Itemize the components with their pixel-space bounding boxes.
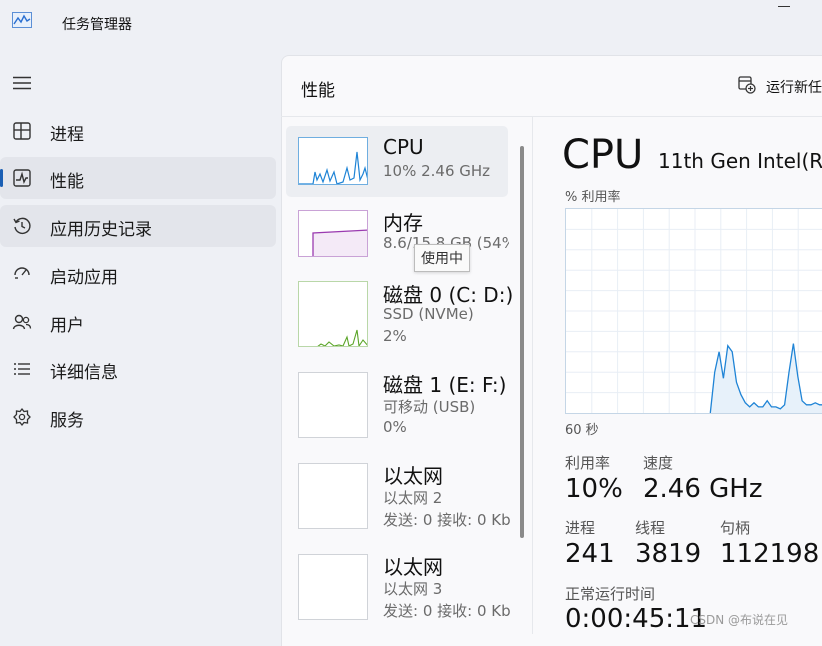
cpu-model: 11th Gen Intel(R: [658, 149, 822, 173]
task-manager-icon: [12, 12, 32, 28]
resource-detail: 10% 2.46 GHz: [383, 162, 491, 180]
nav-label: 启动应用: [50, 268, 118, 288]
resource-name: CPU: [383, 135, 424, 159]
resource-name: 以太网: [383, 555, 443, 579]
ethernet-2-thumbnail: [298, 463, 368, 529]
detail-divider: [532, 117, 533, 634]
utilization-axis-label: % 利用率: [565, 190, 621, 205]
startup-icon: [14, 267, 30, 279]
nav-label: 性能: [50, 172, 84, 192]
selection-indicator: [0, 169, 3, 187]
cpu-thumbnail: [298, 137, 368, 185]
run-new-task-button[interactable]: 运行新任: [766, 77, 822, 97]
stat-label: 速度: [643, 454, 674, 472]
nav-item-users[interactable]: 用户: [0, 301, 276, 343]
threads-value: 3819: [635, 539, 702, 569]
stat-label: 正常运行时间: [565, 585, 656, 603]
users-icon: [12, 314, 32, 330]
nav-label: 详细信息: [50, 363, 118, 383]
resource-detail: SSD (NVMe): [383, 305, 474, 323]
resource-detail: 以太网 3: [383, 580, 443, 598]
menu-icon[interactable]: [12, 76, 32, 90]
nav-label: 服务: [50, 411, 84, 431]
resource-usage: 2%: [383, 327, 407, 345]
stat-label: 利用率: [565, 454, 611, 472]
handles-value: 112198: [720, 539, 820, 569]
nav-item-app-history[interactable]: 应用历史记录: [0, 205, 276, 247]
page-title: 性能: [301, 81, 335, 101]
speed-value: 2.46 GHz: [643, 474, 763, 504]
history-icon: [13, 217, 31, 235]
resource-detail: 以太网 2: [383, 489, 443, 507]
nav-item-startup[interactable]: 启动应用: [0, 253, 276, 295]
run-task-icon[interactable]: [738, 76, 756, 94]
tooltip: 使用中: [414, 244, 470, 272]
disk-1-thumbnail: [298, 372, 368, 438]
details-icon: [14, 363, 30, 375]
resource-usage: 发送: 0 接收: 0 Kb: [383, 602, 511, 620]
resource-usage: 发送: 0 接收: 0 Kb: [383, 511, 511, 529]
disk-0-thumbnail: [298, 281, 368, 347]
processes-value: 241: [565, 539, 615, 569]
header-divider: [281, 116, 822, 117]
resource-detail: 可移动 (USB): [383, 398, 476, 416]
nav-item-services[interactable]: 服务: [0, 396, 276, 438]
resource-name: 以太网: [383, 464, 443, 488]
nav-label: 应用历史记录: [50, 220, 152, 240]
resource-name: 磁盘 0 (C: D:): [383, 283, 514, 307]
time-axis-label: 60 秒: [565, 423, 599, 438]
memory-thumbnail: [298, 210, 368, 257]
list-scrollbar[interactable]: [520, 146, 524, 538]
stat-label: 进程: [565, 519, 596, 537]
stat-label: 线程: [635, 519, 666, 537]
cpu-utilization-graph: [565, 208, 822, 414]
nav-label: 进程: [50, 125, 84, 145]
detail-title: CPU: [562, 132, 644, 178]
ethernet-3-thumbnail: [298, 554, 368, 620]
utilization-value: 10%: [565, 474, 623, 504]
processes-icon: [13, 122, 31, 140]
nav-item-processes[interactable]: 进程: [0, 110, 276, 152]
nav-item-details[interactable]: 详细信息: [0, 348, 276, 390]
minimize-button[interactable]: [778, 6, 790, 7]
watermark: CSDN @布说在见: [690, 613, 789, 627]
resource-name: 内存: [383, 211, 423, 235]
services-icon: [13, 407, 31, 427]
nav-label: 用户: [50, 316, 84, 336]
uptime-value: 0:00:45:11: [565, 604, 708, 634]
app-title: 任务管理器: [62, 17, 132, 33]
stat-label: 句柄: [720, 519, 751, 537]
resource-name: 磁盘 1 (E: F:): [383, 373, 507, 397]
nav-item-performance[interactable]: 性能: [0, 157, 276, 199]
performance-icon: [13, 169, 31, 187]
resource-usage: 0%: [383, 418, 407, 436]
